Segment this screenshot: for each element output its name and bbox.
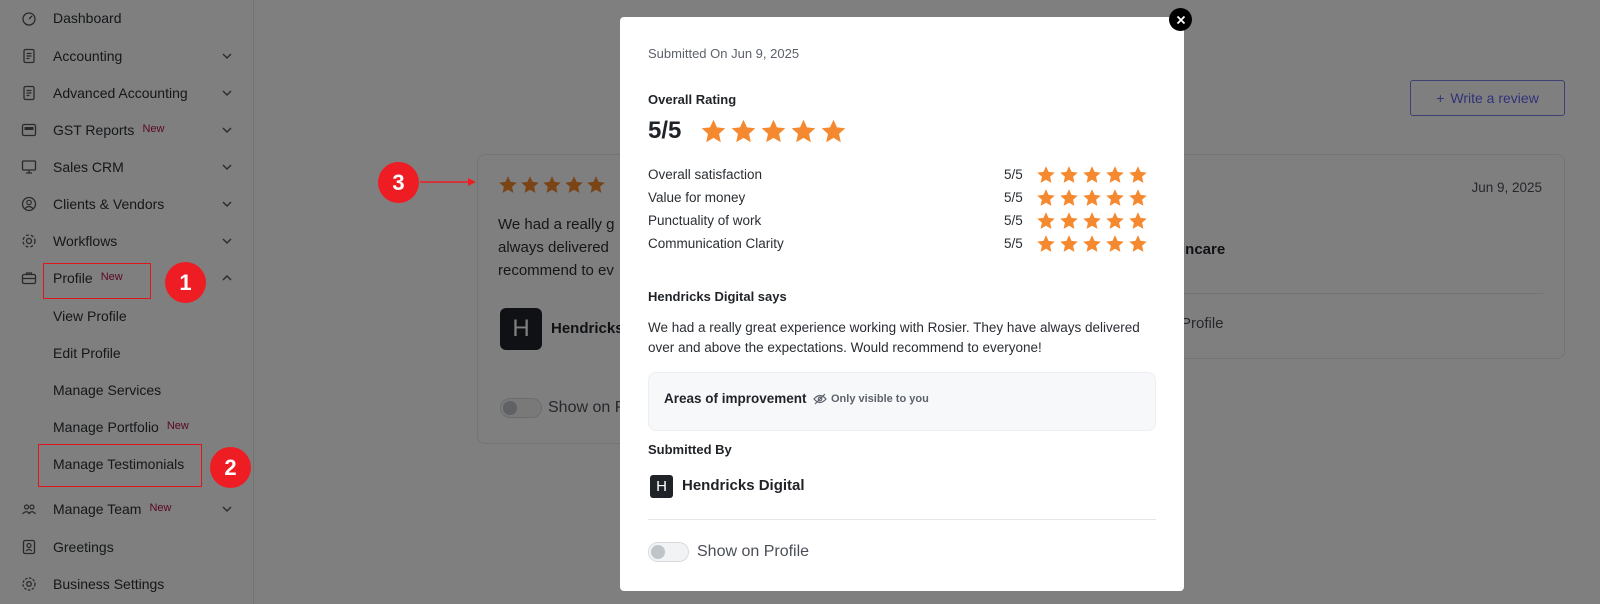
- star-icon: [1106, 235, 1124, 252]
- areas-of-improvement-label: Areas of improvement: [664, 391, 807, 406]
- criteria-stars: [1036, 188, 1148, 208]
- star-icon: [1060, 189, 1078, 206]
- areas-of-improvement-box: Areas of improvement Only visible to you: [648, 372, 1156, 431]
- overall-rating-heading: Overall Rating: [648, 92, 737, 107]
- star-icon: [1129, 235, 1147, 252]
- criteria-label: Punctuality of work: [648, 213, 762, 228]
- criteria-stars: [1036, 211, 1148, 231]
- star-icon: [1083, 235, 1101, 252]
- star-icon: [1037, 189, 1055, 206]
- testimonial-text: We had a really great experience working…: [648, 320, 1140, 355]
- criteria-score: 5/5: [1004, 167, 1023, 182]
- star-icon: [1037, 212, 1055, 229]
- criteria-score: 5/5: [1004, 213, 1023, 228]
- criteria-label: Communication Clarity: [648, 236, 784, 251]
- star-icon: [1083, 212, 1101, 229]
- star-icon: [1106, 189, 1124, 206]
- overall-score: 5/5: [648, 117, 682, 144]
- criteria-score: 5/5: [1004, 190, 1023, 205]
- annotation-arrow: [420, 178, 476, 186]
- star-icon: [701, 119, 726, 143]
- visibility-note-text: Only visible to you: [831, 393, 929, 405]
- visibility-note: Only visible to you: [813, 393, 929, 405]
- star-icon: [1060, 235, 1078, 252]
- annotation-badge: 2: [210, 447, 251, 488]
- star-icon: [1060, 212, 1078, 229]
- toggle-knob: [651, 545, 665, 559]
- criteria-label: Value for money: [648, 190, 746, 205]
- star-icon: [1037, 235, 1055, 252]
- annotation-box-profile: [43, 263, 151, 299]
- star-icon: [1129, 212, 1147, 229]
- annotation-badge: 1: [165, 262, 206, 303]
- avatar: H: [650, 475, 673, 498]
- criteria-score: 5/5: [1004, 236, 1023, 251]
- submitted-by-heading: Submitted By: [648, 442, 732, 457]
- says-heading: Hendricks Digital says: [648, 289, 787, 304]
- star-icon: [1060, 166, 1078, 183]
- review-detail-modal: Submitted On Jun 9, 2025 Overall Rating …: [620, 17, 1184, 591]
- star-icon: [1106, 166, 1124, 183]
- star-icon: [821, 119, 846, 143]
- criteria-stars: [1036, 234, 1148, 254]
- star-icon: [1106, 212, 1124, 229]
- star-icon: [791, 119, 816, 143]
- annotation-badge: 3: [378, 162, 419, 203]
- show-on-profile-toggle[interactable]: [648, 542, 689, 562]
- star-icon: [1129, 166, 1147, 183]
- close-modal-button[interactable]: [1169, 8, 1192, 31]
- star-icon: [1037, 166, 1055, 183]
- star-icon: [731, 119, 756, 143]
- star-icon: [1129, 189, 1147, 206]
- divider: [648, 519, 1156, 520]
- star-icon: [761, 119, 786, 143]
- close-icon: [1176, 15, 1185, 24]
- star-icon: [1083, 189, 1101, 206]
- criteria-label: Overall satisfaction: [648, 167, 763, 182]
- submitted-on-date: Submitted On Jun 9, 2025: [648, 46, 800, 61]
- show-on-profile-label: Show on Profile: [697, 543, 810, 560]
- star-icon: [1083, 166, 1101, 183]
- eye-off-icon: [813, 393, 827, 405]
- company-name: Hendricks Digital: [682, 477, 805, 494]
- overall-rating-stars: [700, 118, 847, 145]
- criteria-stars: [1036, 165, 1148, 185]
- annotation-box-manage-testimonials: [38, 444, 202, 487]
